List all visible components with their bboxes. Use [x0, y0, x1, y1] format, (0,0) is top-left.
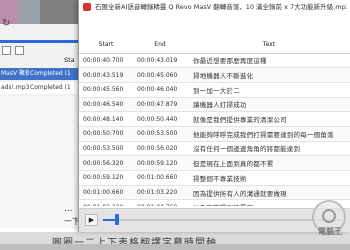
- cell-end: 00:00:53.500: [133, 126, 187, 142]
- cell-text: 因為提供所有人的溝通就要做現: [187, 185, 350, 201]
- file-status: Completed (1: [30, 84, 71, 91]
- table-row[interactable]: 00:00:56.320 00:00:59.120 但是現在上面到真的都不累: [79, 155, 350, 171]
- file-name: MasV 聚餐: [1, 70, 29, 77]
- title-bar[interactable]: 石匯全新AI語音轉錄精靈 Q Revo MasV 翻轉音落，10 滿全錄前 x …: [79, 0, 350, 14]
- cell-text: 掃地機器人不斷進化: [187, 67, 350, 83]
- column-header-end[interactable]: End: [133, 36, 187, 54]
- background-bottom-bar: [0, 244, 350, 250]
- table-row[interactable]: 00:01:03.22000:01:04.760以及實施提到的厚實: [79, 199, 350, 206]
- watermark-face-icon: [322, 209, 336, 223]
- table-row[interactable]: 00:00:46.540 00:00:47.879 讓機器人打掃成功: [79, 97, 350, 113]
- cell-text: 掃整個不專業技術: [187, 170, 350, 186]
- cell-end: 00:00:45.060: [133, 67, 187, 83]
- cell-text: 他能夠呼呼完成我們打掃需要達到的每一個角落: [187, 126, 350, 142]
- cell-text: 但是現在上面到真的都不累: [187, 155, 350, 171]
- cell-end: 00:00:50.440: [133, 111, 187, 127]
- table-row[interactable]: 00:00:59.120 00:01:00.660 掃整個不專業技術: [79, 170, 350, 186]
- window-title: 石匯全新AI語音轉錄精靈 Q Revo MasV 翻轉音落，10 滿全錄前 x …: [95, 3, 347, 11]
- status-column-header[interactable]: Sta: [64, 56, 75, 64]
- seek-slider[interactable]: [103, 219, 343, 221]
- cell-text: 你最近想要那麼再度這種: [187, 53, 350, 69]
- column-header-start[interactable]: Start: [79, 36, 133, 54]
- refresh-icon[interactable]: ↻: [2, 18, 10, 29]
- cell-text: 就像是我們提供專業的清潔公司: [187, 111, 350, 127]
- cell-start: 00:00:53.500: [79, 141, 133, 157]
- background-ellipsis: ...: [64, 204, 73, 214]
- cell-start: 00:00:56.320: [79, 155, 133, 171]
- cell-start: 00:01:03.220: [79, 199, 133, 206]
- table-row[interactable]: 00:00:50.700 00:00:53.500 他能夠呼呼完成我們打掃需要達到的…: [79, 126, 350, 142]
- table-row[interactable]: 00:00:45.560 00:00:46.040 到一加一大於二: [79, 82, 350, 98]
- cell-end: 00:00:47.879: [133, 97, 187, 113]
- background-tab-indicator: [0, 40, 80, 43]
- player-controls: ▶: [79, 208, 350, 232]
- file-status: Completed (1: [30, 70, 71, 77]
- transcript-table[interactable]: Start End Text 00:00:40.700 00:00:43.019 你…: [79, 36, 350, 206]
- cell-text: 沒有任何一個邊邊角角的將都能達到: [187, 141, 350, 157]
- seek-thumb[interactable]: [115, 214, 120, 225]
- table-header-row: Start End Text: [79, 36, 350, 54]
- file-icon[interactable]: [2, 46, 11, 55]
- cell-end: 00:01:00.660: [133, 170, 187, 186]
- folder-icon[interactable]: [15, 46, 24, 55]
- thumbnail-2: [18, 0, 40, 24]
- cell-end: 00:00:56.020: [133, 141, 187, 157]
- table-row[interactable]: 00:00:40.700 00:00:43.019 你最近想要那麼再度這種: [79, 53, 350, 69]
- table-row[interactable]: 00:00:53.500 00:00:56.020 沒有任何一個邊邊角角的將都能達到: [79, 141, 350, 157]
- cell-start: 00:00:50.700: [79, 126, 133, 142]
- cell-start: 00:00:46.540: [79, 97, 133, 113]
- cell-start: 00:00:45.560: [79, 82, 133, 98]
- file-row[interactable]: ads!.mp3 Completed (1: [0, 82, 80, 94]
- thumbnail-3: [40, 0, 80, 24]
- cell-start: 00:00:40.700: [79, 53, 133, 69]
- column-header-text[interactable]: Text: [187, 36, 350, 54]
- file-name: ads!.mp3: [1, 84, 29, 91]
- play-button[interactable]: ▶: [85, 214, 98, 226]
- transcript-window: 石匯全新AI語音轉錄精靈 Q Revo MasV 翻轉音落，10 滿全錄前 x …: [78, 0, 350, 232]
- app-icon: [83, 3, 91, 11]
- file-row[interactable]: MasV 聚餐 Completed (1: [0, 68, 80, 80]
- watermark-text: 電腦王: [318, 227, 342, 236]
- cell-text: 到一加一大於二: [187, 82, 350, 98]
- table-row[interactable]: 00:00:48.140 00:00:50.440 就像是我們提供專業的清潔公司: [79, 111, 350, 127]
- cell-end: 00:01:03.220: [133, 185, 187, 201]
- background-thumbnail-strip: [0, 0, 80, 24]
- cell-end: 00:00:46.040: [133, 82, 187, 98]
- cell-end: 00:01:04.760: [133, 199, 187, 206]
- cell-start: 00:01:00.660: [79, 185, 133, 201]
- cell-start: 00:00:59.120: [79, 170, 133, 186]
- cell-end: 00:00:43.019: [133, 53, 187, 69]
- cell-start: 00:00:48.140: [79, 111, 133, 127]
- cell-start: 00:00:43.519: [79, 67, 133, 83]
- cell-text: 讓機器人打掃成功: [187, 97, 350, 113]
- table-row[interactable]: 00:01:00.660 00:01:03.220 因為提供所有人的溝通就要做現: [79, 185, 350, 201]
- table-row[interactable]: 00:00:43.519 00:00:45.060 掃地機器人不斷進化: [79, 67, 350, 83]
- cell-end: 00:00:59.120: [133, 155, 187, 171]
